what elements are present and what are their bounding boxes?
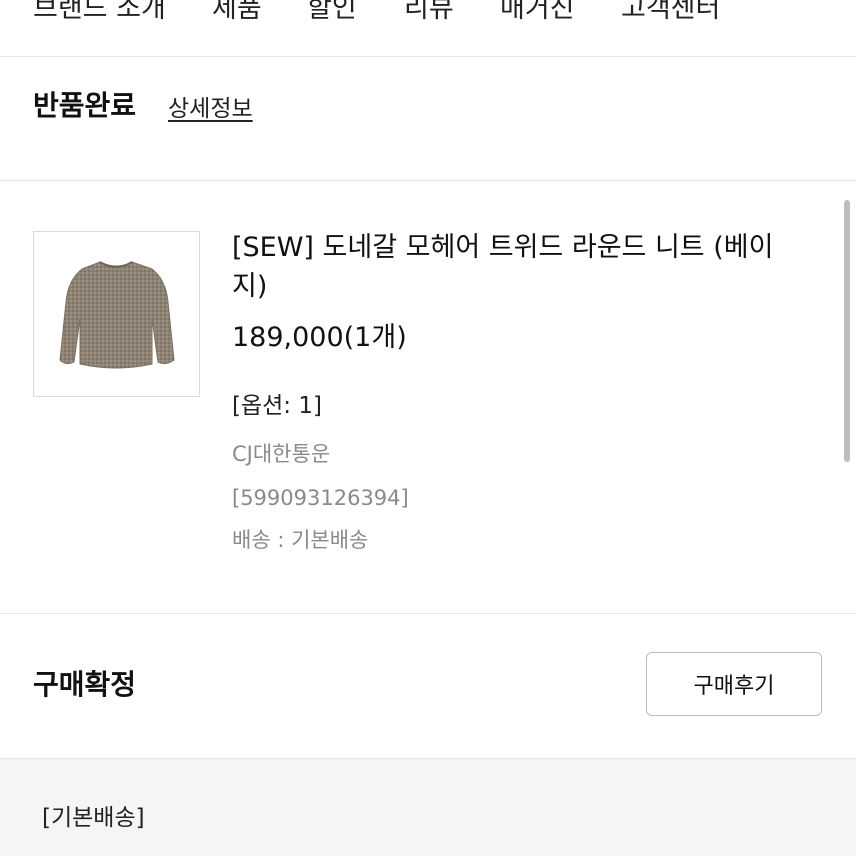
purchase-confirm-label: 구매확정 — [33, 668, 137, 701]
nav-item-magazine[interactable]: 매거진 — [500, 0, 575, 25]
nav-item-products[interactable]: 제품 — [212, 0, 262, 25]
nav-item-review[interactable]: 리뷰 — [404, 0, 454, 25]
tracking-number[interactable]: [599093126394] — [232, 483, 409, 513]
product-thumbnail[interactable] — [33, 231, 200, 397]
nav-item-sale[interactable]: 할인 — [307, 0, 357, 25]
product-name[interactable]: [SEW] 도네갈 모헤어 트위드 라운드 니트 (베이지) — [232, 228, 792, 306]
product-price: 189,000(1개) — [232, 322, 407, 353]
nav-item-customer-center[interactable]: 고객센터 — [621, 0, 720, 25]
write-review-button[interactable]: 구매후기 — [646, 652, 822, 716]
detail-link[interactable]: 상세정보 — [168, 94, 253, 124]
product-option: [옵션: 1] — [232, 393, 322, 419]
order-status-title: 반품완료 — [33, 89, 137, 122]
scrollbar[interactable] — [844, 200, 850, 462]
knit-sweater-image — [59, 261, 175, 369]
top-navigation: 브랜드 소개 제품 할인 리뷰 매거진 고객센터 — [0, 0, 856, 57]
nav-item-brand[interactable]: 브랜드 소개 — [33, 0, 166, 25]
courier-name: CJ대한통운 — [232, 442, 331, 466]
delivery-group-label: [기본배송] — [42, 805, 145, 831]
shipping-method: 배송 : 기본배송 — [232, 528, 369, 552]
